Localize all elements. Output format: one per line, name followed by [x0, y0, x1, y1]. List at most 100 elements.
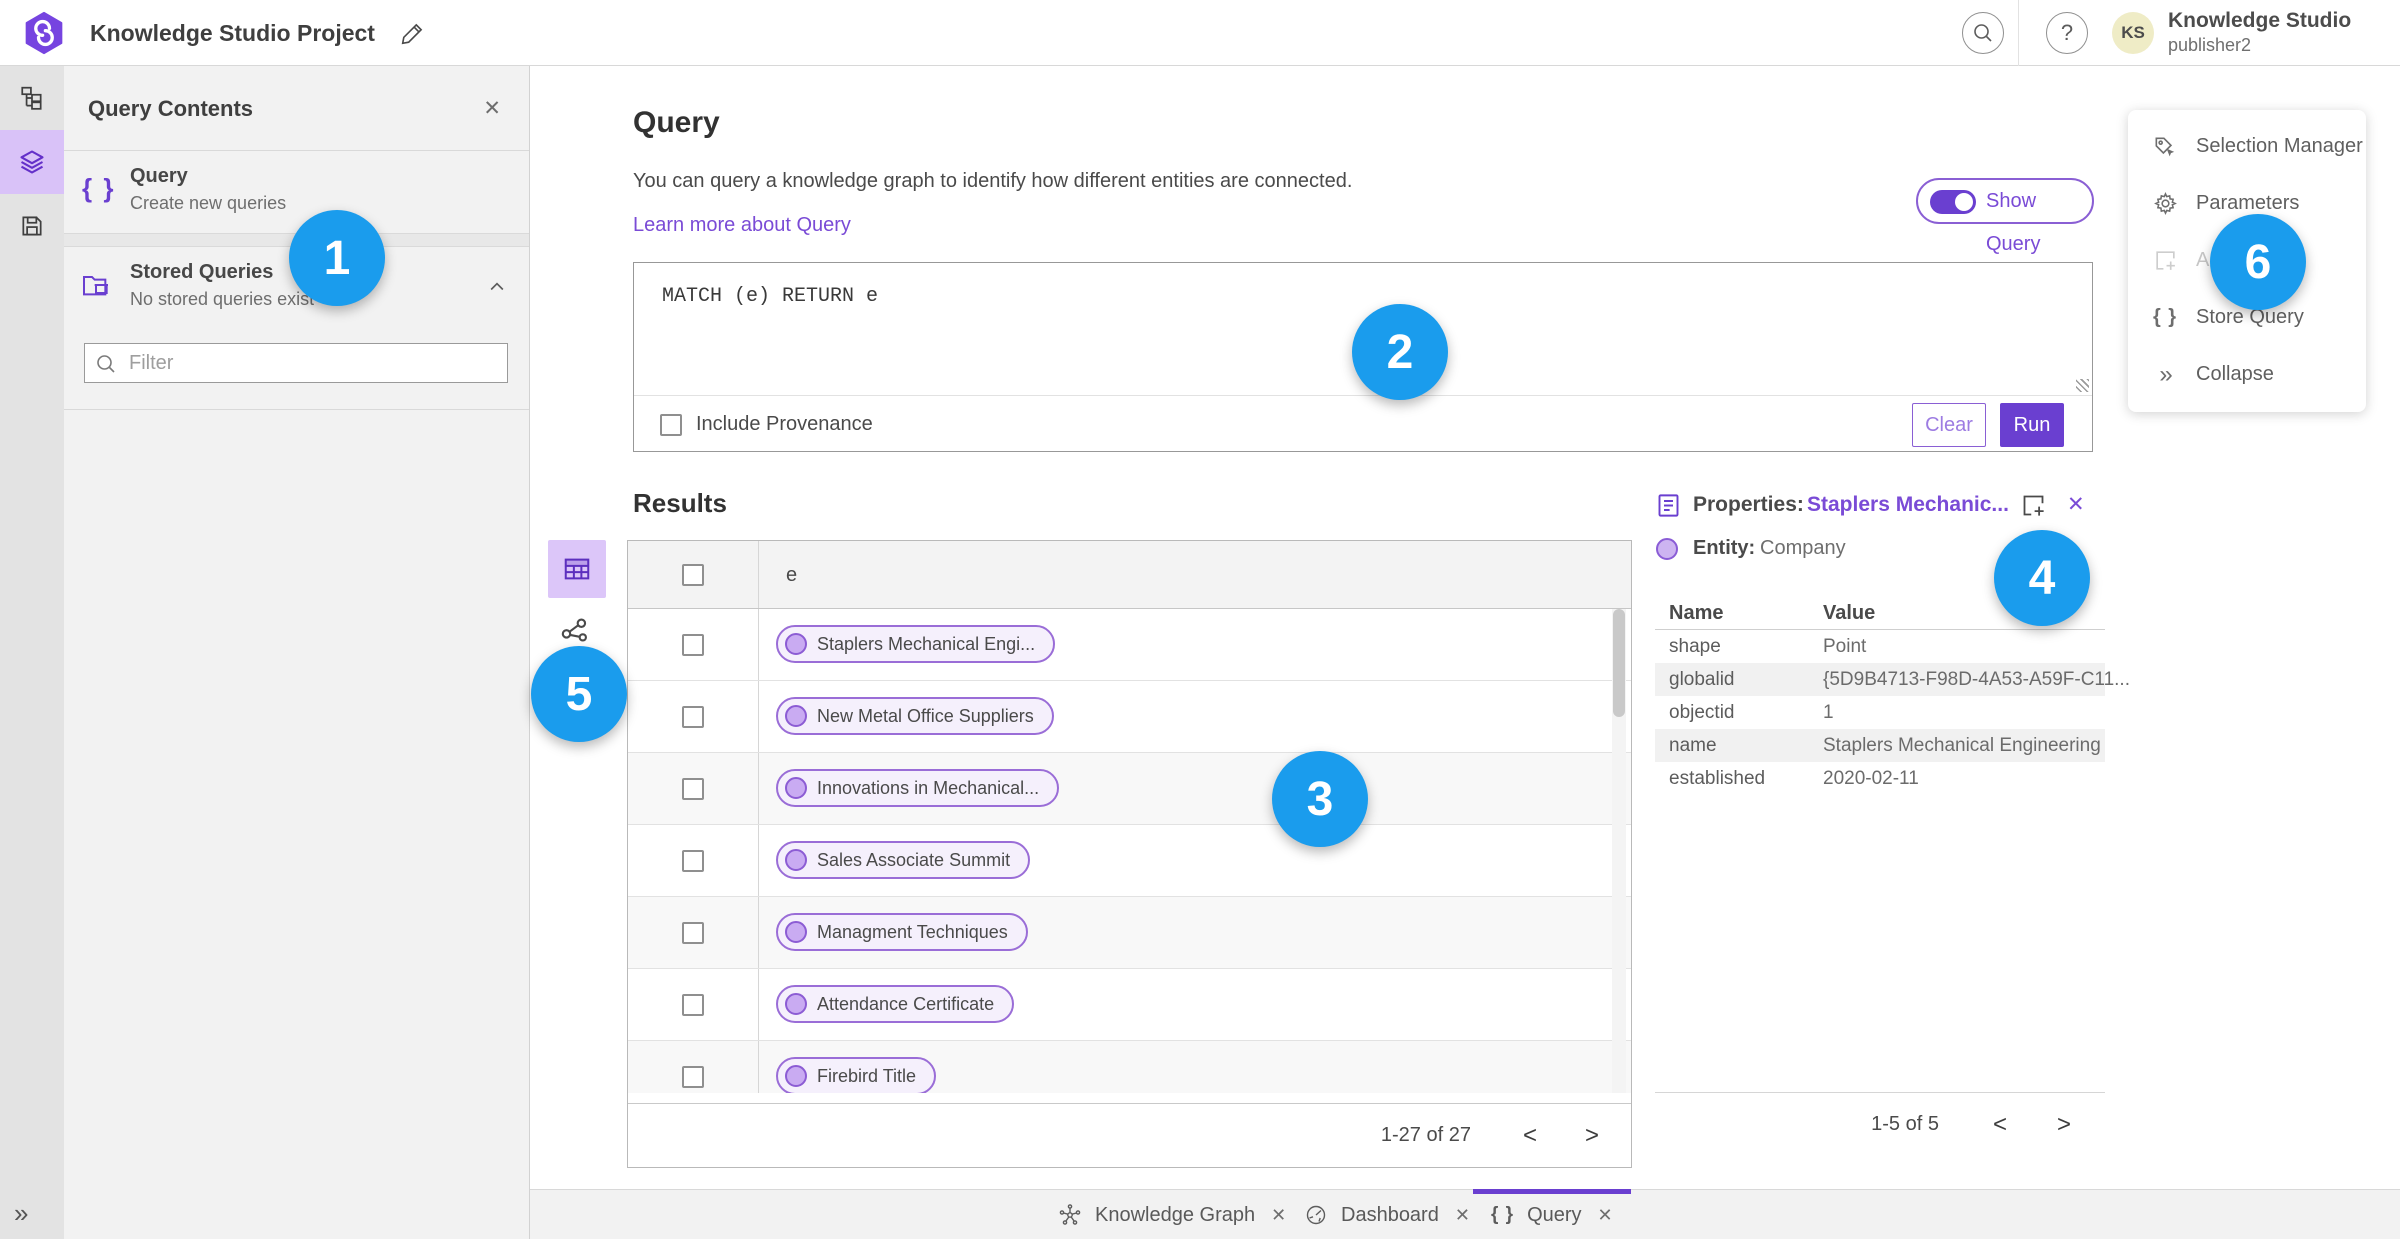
entity-chip[interactable]: Managment Techniques: [776, 913, 1028, 951]
properties-doc-icon: [1655, 491, 1682, 520]
add-to-new-button[interactable]: [2020, 492, 2047, 519]
app-root: Knowledge Studio Project ? KS Knowledge …: [0, 0, 2400, 1239]
help-button[interactable]: ?: [2046, 12, 2088, 54]
table-row[interactable]: Firebird Title: [628, 1041, 1631, 1093]
include-provenance-checkbox[interactable]: [660, 414, 682, 436]
contents-rail-button[interactable]: [0, 130, 64, 194]
entity-dot-icon: [785, 921, 807, 943]
tab-knowledge-graph[interactable]: Knowledge Graph ✕: [1040, 1190, 1304, 1239]
entity-chip[interactable]: Attendance Certificate: [776, 985, 1015, 1023]
close-tab-button[interactable]: ✕: [1598, 1205, 1613, 1226]
table-row[interactable]: Sales Associate Summit: [628, 825, 1631, 897]
show-query-toggle[interactable]: Show Query: [1916, 178, 2094, 255]
panel-title: Query Contents: [88, 96, 254, 121]
entity-dot-icon: [1656, 538, 1678, 560]
avatar[interactable]: KS: [2112, 12, 2154, 54]
filter-input[interactable]: [129, 344, 499, 382]
properties-close-button[interactable]: ✕: [2067, 492, 2085, 517]
stored-queries-folder-icon: [80, 269, 112, 301]
panel-header: Query Contents ✕: [64, 66, 529, 151]
collapse-section-button[interactable]: [487, 277, 507, 297]
row-checkbox[interactable]: [682, 777, 704, 800]
properties-label: Properties:: [1693, 493, 1804, 516]
entity-dot-icon: [785, 633, 807, 655]
row-checkbox[interactable]: [682, 849, 704, 872]
row-checkbox[interactable]: [682, 1065, 704, 1088]
table-row[interactable]: Innovations in Mechanical...: [628, 753, 1631, 825]
results-title: Results: [633, 488, 727, 518]
user-info[interactable]: Knowledge Studio publisher2: [2168, 8, 2351, 56]
results-range-label: 1-27 of 27: [1380, 1124, 1471, 1146]
collapse-item[interactable]: » Collapse: [2128, 346, 2366, 403]
close-tab-button[interactable]: ✕: [1455, 1205, 1470, 1226]
entity-dot-icon: [785, 993, 807, 1015]
entity-chip[interactable]: New Metal Office Suppliers: [776, 697, 1054, 735]
annotation-badge-4: 4: [1994, 530, 2090, 626]
chevron-up-icon: [490, 282, 504, 291]
expand-rail-button[interactable]: »: [14, 1198, 29, 1229]
row-checkbox[interactable]: [682, 705, 704, 728]
property-row: shape Point: [1655, 630, 2105, 663]
learn-more-link[interactable]: Learn more about Query: [633, 214, 851, 237]
prev-page-button[interactable]: <: [1519, 1123, 1541, 1148]
table-icon: [564, 558, 590, 580]
property-row: objectid 1: [1655, 696, 2105, 729]
expand-icon: »: [14, 1198, 29, 1228]
entity-chip[interactable]: Firebird Title: [776, 1057, 937, 1093]
query-item[interactable]: { } Query Create new queries: [64, 151, 529, 233]
table-row[interactable]: Staplers Mechanical Engi...: [628, 609, 1631, 681]
data-model-rail-button[interactable]: [0, 66, 64, 130]
name-column-header: Name: [1669, 602, 1724, 624]
panel-close-button[interactable]: ✕: [483, 96, 501, 121]
search-button[interactable]: [1962, 12, 2004, 54]
clear-button[interactable]: Clear: [1912, 403, 1986, 447]
query-text-area[interactable]: MATCH (e) RETURN e: [662, 285, 878, 308]
next-page-button[interactable]: >: [1581, 1123, 1603, 1148]
knowledge-graph-icon: [1058, 1203, 1082, 1227]
entity-chip[interactable]: Sales Associate Summit: [776, 841, 1031, 879]
include-provenance-label: Include Provenance: [696, 413, 873, 435]
resize-grip[interactable]: [2076, 379, 2089, 392]
properties-table: Name Value shape Point globalid {5D9B471…: [1655, 602, 2130, 795]
braces-icon: { }: [82, 173, 116, 203]
link-chart-icon: [561, 618, 587, 642]
scrollbar-thumb[interactable]: [1613, 609, 1625, 717]
user-name: Knowledge Studio: [2168, 9, 2352, 32]
tab-dashboard[interactable]: Dashboard ✕: [1286, 1190, 1488, 1239]
left-icon-rail: »: [0, 66, 64, 1239]
prev-page-button[interactable]: <: [1989, 1112, 2011, 1137]
entity-chip[interactable]: Staplers Mechanical Engi...: [776, 625, 1056, 663]
query-item-title: Query: [130, 165, 188, 187]
annotation-badge-6: 6: [2210, 214, 2306, 310]
selection-manager-item[interactable]: Selection Manager: [2128, 118, 2366, 175]
close-tab-button[interactable]: ✕: [1271, 1205, 1286, 1226]
edit-title-icon[interactable]: [400, 20, 426, 46]
value-column-header: Value: [1823, 602, 1876, 624]
annotation-badge-3: 3: [1272, 751, 1368, 847]
editor-footer: Include Provenance Clear Run: [634, 395, 2092, 452]
annotation-badge-1: 1: [289, 210, 385, 306]
close-icon: ✕: [483, 97, 501, 120]
entity-chip[interactable]: Innovations in Mechanical...: [776, 769, 1060, 807]
table-row[interactable]: Attendance Certificate: [628, 969, 1631, 1041]
page-description: You can query a knowledge graph to ident…: [633, 170, 1353, 192]
property-row: name Staplers Mechanical Engineering: [1655, 729, 2105, 762]
select-all-checkbox[interactable]: [682, 563, 704, 586]
table-row[interactable]: New Metal Office Suppliers: [628, 681, 1631, 753]
run-button[interactable]: Run: [2000, 403, 2064, 447]
results-table: e Staplers Mechanical Engi... New Metal …: [627, 540, 1632, 1168]
properties-entity-link[interactable]: Staplers Mechanic...: [1807, 493, 2009, 517]
selection-manager-icon: [2152, 134, 2178, 160]
tab-query[interactable]: { } Query ✕: [1473, 1189, 1631, 1239]
view-tab-bar: Knowledge Graph ✕ Dashboard ✕ { } Query …: [530, 1189, 2400, 1239]
table-row[interactable]: Managment Techniques: [628, 897, 1631, 969]
link-chart-view-button[interactable]: [558, 614, 592, 648]
row-checkbox[interactable]: [682, 633, 704, 656]
row-checkbox[interactable]: [682, 921, 704, 944]
save-rail-button[interactable]: [0, 194, 64, 258]
collapse-icon: »: [2159, 360, 2172, 388]
table-scrollbar[interactable]: [1612, 609, 1626, 1093]
row-checkbox[interactable]: [682, 993, 704, 1016]
next-page-button[interactable]: >: [2053, 1112, 2075, 1137]
table-view-button[interactable]: [548, 540, 606, 598]
